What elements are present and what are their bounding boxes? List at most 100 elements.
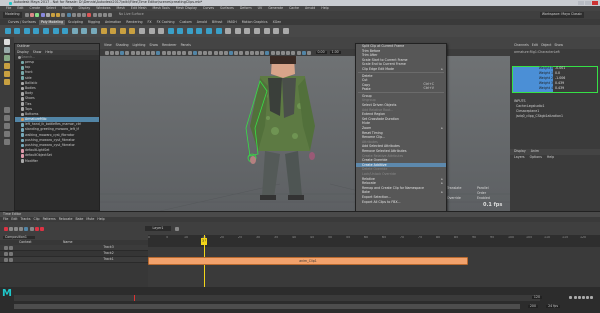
status-icon-14[interactable] (97, 13, 102, 17)
viewport-menu-view[interactable]: View (104, 44, 112, 47)
mute-icon[interactable] (39, 226, 44, 231)
status-icon-0[interactable] (25, 13, 30, 17)
viewport-tool-icon-18[interactable] (197, 50, 202, 55)
channel-value[interactable]: 0.0 (553, 71, 597, 76)
menu-mesh-tools[interactable]: Mesh Tools (153, 6, 170, 10)
shelf-tool-icon-25[interactable] (244, 28, 251, 34)
status-icon-5[interactable] (51, 13, 56, 17)
viewport-tool-icon-14[interactable] (177, 50, 182, 55)
shelf-tool-icon-23[interactable] (225, 28, 232, 34)
shelf-tool-icon-28[interactable] (273, 28, 280, 34)
channel-row[interactable]: Weight 4 0.439 (513, 86, 597, 92)
live-surface-field[interactable]: No Live Surface (119, 13, 144, 16)
shelf-tab-poly-modeling[interactable]: Poly Modeling (38, 19, 66, 25)
shelf-tool-icon-10[interactable] (100, 28, 107, 34)
status-icon-4[interactable] (45, 13, 50, 17)
shelf-tab-arnold[interactable]: Arnold (195, 20, 209, 25)
shelf-tool-icon-16[interactable] (158, 28, 165, 34)
menu-deform[interactable]: Deform (240, 6, 252, 10)
time-editor-menu-help[interactable]: Help (97, 217, 104, 221)
viewport-tool-icon-35[interactable] (286, 50, 291, 55)
shelf-tool-icon-1[interactable] (14, 28, 21, 34)
shelf-tool-icon-5[interactable] (52, 28, 59, 34)
menu-curves[interactable]: Curves (203, 6, 214, 10)
layer-menu-options[interactable]: Options (530, 155, 542, 159)
menu-help[interactable]: Help (321, 6, 328, 10)
shelf-tool-icon-13[interactable] (129, 28, 136, 34)
status-icon-12[interactable] (87, 13, 92, 17)
status-icon-13[interactable] (92, 13, 97, 17)
shelf-tool-icon-7[interactable] (71, 28, 78, 34)
minimize-button[interactable] (578, 1, 584, 5)
time-editor-menu-edit[interactable]: Edit (11, 217, 17, 221)
layer-icon[interactable] (34, 226, 39, 231)
viewport-tool-icon-36[interactable] (291, 50, 296, 55)
menu-item-clip-edge-edit-mode[interactable]: Clip Edge Edit Mode ▸ (356, 67, 446, 72)
viewport-tool-icon-23[interactable] (223, 50, 228, 55)
shelf-tool-icon-26[interactable] (254, 28, 261, 34)
go-to-end-icon[interactable] (590, 296, 594, 299)
viewport-tool-icon-7[interactable] (140, 50, 145, 55)
track-solo-icon[interactable] (8, 245, 13, 250)
channel-tab-show[interactable]: Show (554, 44, 563, 47)
status-icon-11[interactable] (82, 13, 87, 17)
viewport-tool-icon-19[interactable] (203, 50, 208, 55)
time-editor-menu-patterns[interactable]: Patterns (43, 217, 56, 221)
channel-value[interactable]: -0.001 (553, 66, 597, 71)
move-tool-icon[interactable] (4, 63, 10, 69)
layer-field[interactable]: Layer1 (144, 225, 172, 232)
menu-file[interactable]: File (6, 6, 11, 10)
channel-value[interactable]: 0.439 (553, 86, 597, 91)
viewport-tool-icon-26[interactable] (239, 50, 244, 55)
viewport-tool-icon-10[interactable] (156, 50, 161, 55)
status-icon-9[interactable] (71, 13, 76, 17)
maximize-button[interactable] (585, 1, 591, 5)
shelf-tool-icon-21[interactable] (206, 28, 213, 34)
viewport-tool-icon-20[interactable] (208, 50, 213, 55)
viewport-stats-field[interactable]: 0.00 (315, 50, 327, 55)
viewport-tool-icon-11[interactable] (161, 50, 166, 55)
channel-tab-channels[interactable]: Channels (514, 44, 529, 47)
viewport-tool-icon-37[interactable] (296, 50, 301, 55)
audio-icon[interactable] (29, 226, 34, 231)
add-track-icon[interactable] (24, 226, 29, 231)
status-icon-10[interactable] (76, 13, 81, 17)
time-editor-menu-relocate[interactable]: Relocate (59, 217, 73, 221)
shelf-tool-icon-17[interactable] (167, 28, 174, 34)
shelf-tool-icon-11[interactable] (110, 28, 117, 34)
play-back-icon[interactable] (577, 296, 581, 299)
viewport-tool-icon-2[interactable] (114, 50, 119, 55)
animation-clip[interactable]: anim_Clip1 (148, 257, 468, 265)
status-icon-16[interactable] (108, 13, 113, 17)
viewport-tool-icon-8[interactable] (146, 50, 151, 55)
shelf-tab-animation[interactable]: Animation (103, 20, 123, 25)
scale-clip-icon[interactable] (19, 226, 24, 231)
menu-uv[interactable]: UV (258, 6, 263, 10)
track-solo-icon[interactable] (8, 257, 13, 262)
shelf-tool-icon-3[interactable] (33, 28, 40, 34)
menu-select[interactable]: Select (46, 6, 56, 10)
viewport-tool-icon-6[interactable] (135, 50, 140, 55)
shelf-tool-icon-2[interactable] (23, 28, 30, 34)
time-editor-menu-tracks[interactable]: Tracks (21, 217, 31, 221)
status-icon-1[interactable] (30, 13, 35, 17)
four-view-icon[interactable] (4, 115, 10, 121)
viewport-tool-icon-21[interactable] (213, 50, 218, 55)
viewport-tool-icon-29[interactable] (255, 50, 260, 55)
viewport-tool-icon-28[interactable] (249, 50, 254, 55)
track-mute-icon[interactable] (3, 251, 8, 256)
shelf-tool-icon-29[interactable] (282, 28, 289, 34)
shelf-tab-fx[interactable]: FX (146, 20, 154, 25)
shelf-tab-rigging[interactable]: Rigging (86, 20, 102, 25)
lasso-tool-icon[interactable] (4, 47, 10, 53)
shelf-tab-fx-caching[interactable]: FX Caching (155, 20, 177, 25)
shelf-tool-icon-4[interactable] (42, 28, 49, 34)
shelf-tool-icon-24[interactable] (234, 28, 241, 34)
shelf-tool-icon-0[interactable] (4, 28, 11, 34)
shelf-tab-curves-surfaces[interactable]: Curves / Surfaces (6, 20, 38, 25)
time-ruler[interactable]: 0510152025303540455055606570758085909510… (148, 235, 600, 247)
shelf-tool-icon-14[interactable] (138, 28, 145, 34)
menu-item-paste[interactable]: Paste Ctrl+V (356, 87, 446, 92)
outliner-menu-show[interactable]: Show (33, 50, 42, 54)
viewport-tool-icon-27[interactable] (244, 50, 249, 55)
